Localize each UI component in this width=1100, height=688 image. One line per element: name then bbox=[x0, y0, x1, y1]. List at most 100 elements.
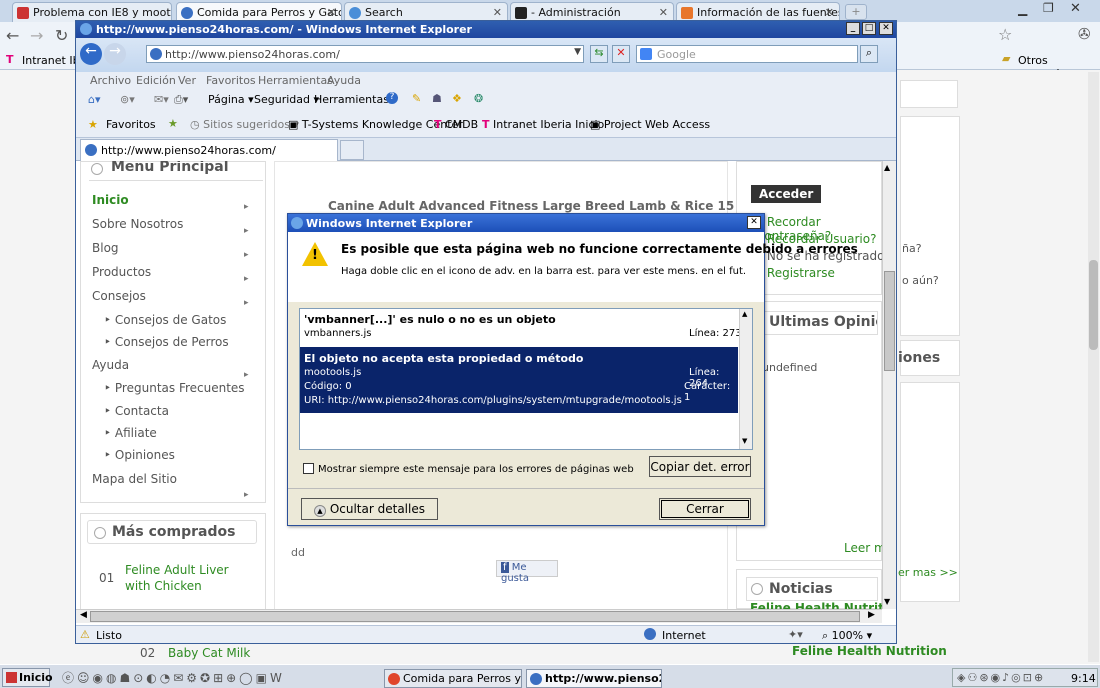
new-tab-button[interactable] bbox=[340, 140, 364, 160]
suggested-sites[interactable]: ◷ Sitios sugeridos ▾ bbox=[190, 118, 299, 131]
taskbar-button-ie[interactable]: http://www.pienso24... bbox=[526, 669, 662, 688]
submenu-link[interactable]: ‣ Preguntas Frecuentes bbox=[104, 381, 245, 395]
close-tab-icon[interactable]: ✕ bbox=[493, 6, 502, 19]
search-input[interactable]: Google bbox=[636, 45, 858, 63]
menu-link[interactable]: Mapa del Sitio bbox=[92, 472, 177, 486]
addon-icon[interactable]: ❖ bbox=[452, 92, 462, 105]
submenu-link[interactable]: ‣ Consejos de Gatos bbox=[104, 313, 226, 327]
fav-link[interactable]: ▣ Project Web Access bbox=[590, 118, 710, 131]
research-icon[interactable]: ✎ bbox=[412, 92, 421, 105]
product-title[interactable]: Canine Adult Advanced Fitness Large Bree… bbox=[328, 199, 756, 213]
browser-tab[interactable]: Problema con IE8 y mootools.j bbox=[12, 2, 172, 22]
scroll-thumb[interactable] bbox=[884, 271, 895, 371]
scroll-down-icon[interactable]: ▼ bbox=[742, 437, 747, 445]
fav-link[interactable]: T CMDB bbox=[434, 118, 478, 131]
wrench-icon[interactable]: ✇ bbox=[1078, 25, 1091, 43]
clock[interactable]: 9:14 bbox=[1071, 672, 1096, 685]
menu-herramientas[interactable]: Herramientas bbox=[258, 74, 333, 87]
search-icon[interactable]: ⌕ bbox=[860, 45, 878, 63]
close-tab-icon[interactable]: ✕ bbox=[327, 6, 336, 19]
read-more-link[interactable]: Leer m bbox=[844, 541, 882, 555]
protected-mode-icon[interactable]: ✦▾ bbox=[788, 628, 803, 641]
always-show-checkbox[interactable] bbox=[303, 463, 314, 474]
close-window-button[interactable]: ✕ bbox=[1070, 1, 1081, 16]
menu-link-inicio[interactable]: Inicio bbox=[92, 193, 129, 207]
zoom-control[interactable]: ⌕ 100% ▾ bbox=[822, 629, 872, 643]
error-list[interactable]: 'vmbanner[...]' es nulo o no es un objet… bbox=[299, 308, 753, 450]
url-input[interactable]: http://www.pienso24horas.com/ ▼ bbox=[146, 45, 584, 63]
browser-tab[interactable]: - Administración ✕ bbox=[510, 2, 674, 22]
menu-link[interactable]: Sobre Nosotros bbox=[92, 217, 183, 231]
mail-icon[interactable]: ✉▾ bbox=[154, 93, 169, 106]
menu-link[interactable]: Blog bbox=[92, 241, 119, 255]
register-link[interactable]: • Registrarse bbox=[756, 266, 835, 280]
menu-archivo[interactable]: Archivo bbox=[90, 74, 131, 87]
maximize-button[interactable]: □ bbox=[862, 22, 876, 35]
security-menu[interactable]: Seguridad ▾ bbox=[254, 93, 319, 106]
copy-error-button[interactable]: Copiar det. error bbox=[649, 456, 751, 477]
vertical-scrollbar[interactable]: ▲ ▼ bbox=[882, 161, 896, 609]
menu-favoritos[interactable]: Favoritos bbox=[206, 74, 256, 87]
submenu-link[interactable]: ‣ Opiniones bbox=[104, 448, 175, 462]
tray-icons[interactable]: ◈⚇⊛◉♪◎⊡⊕ bbox=[957, 671, 1045, 684]
restore-button[interactable]: ❐ bbox=[1043, 1, 1054, 15]
warning-icon[interactable]: ⚠ bbox=[80, 628, 90, 641]
menu-ver[interactable]: Ver bbox=[178, 74, 196, 87]
menu-ayuda[interactable]: Ayuda bbox=[327, 74, 361, 87]
minimize-button[interactable]: _ bbox=[846, 22, 860, 35]
close-button[interactable]: ✕ bbox=[879, 22, 893, 35]
submenu-link[interactable]: ‣ Consejos de Perros bbox=[104, 335, 229, 349]
menu-link[interactable]: Consejos bbox=[92, 289, 146, 303]
new-tab-button[interactable]: + bbox=[845, 4, 867, 20]
hide-details-button[interactable]: ▲ Ocultar detalles bbox=[301, 498, 438, 520]
forward-icon[interactable]: → bbox=[30, 26, 43, 45]
home-icon[interactable]: ⌂▾ bbox=[88, 93, 101, 106]
scroll-right-icon[interactable]: ▶ bbox=[868, 610, 875, 620]
page-menu[interactable]: Página ▾ bbox=[208, 93, 254, 106]
always-show-label[interactable]: Mostrar siempre este mensaje para los er… bbox=[318, 464, 634, 475]
back-icon[interactable]: ← bbox=[6, 26, 19, 45]
taskbar-button-chrome[interactable]: Comida para Perros y Ga... bbox=[384, 669, 522, 688]
close-tab-icon[interactable]: ✕ bbox=[659, 6, 668, 19]
selected-error[interactable]: El objeto no acepta esta propiedad o mét… bbox=[300, 347, 738, 413]
submenu-link[interactable]: ‣ Contacta bbox=[104, 404, 169, 418]
close-tab-icon[interactable]: ✕ bbox=[825, 6, 834, 19]
add-favorite-icon[interactable]: ★ bbox=[168, 117, 178, 130]
chrome-scroll-thumb[interactable] bbox=[1089, 260, 1098, 350]
rss-icon[interactable]: ⊚▾ bbox=[120, 93, 135, 106]
list-scrollbar[interactable]: ▲ ▼ bbox=[739, 309, 752, 449]
horizontal-scrollbar[interactable]: ◀ ▶ bbox=[76, 609, 882, 623]
dropdown-icon[interactable]: ▼ bbox=[574, 47, 581, 57]
login-button[interactable]: Acceder bbox=[751, 185, 822, 203]
fav-link[interactable]: T Intranet Iberia Inicio bbox=[482, 118, 604, 131]
scroll-down-icon[interactable]: ▼ bbox=[884, 597, 890, 606]
help-icon[interactable]: ? bbox=[386, 92, 398, 104]
product-link[interactable]: Baby Cat Milk bbox=[168, 646, 250, 660]
favorites-button[interactable]: Favoritos bbox=[106, 118, 156, 131]
menu-edicion[interactable]: Edición bbox=[136, 74, 176, 87]
submenu-link[interactable]: ‣ Afiliate bbox=[104, 426, 157, 440]
reload-icon[interactable]: ↻ bbox=[55, 26, 68, 45]
start-button[interactable]: Inicio bbox=[2, 668, 53, 687]
h-scroll-thumb[interactable] bbox=[90, 611, 860, 622]
star-icon[interactable]: ☆ bbox=[998, 25, 1012, 44]
refresh-icon[interactable]: ⇆ bbox=[590, 45, 608, 63]
like-button[interactable]: f Me gusta bbox=[496, 560, 558, 584]
minimize-button[interactable]: ▁ bbox=[1018, 2, 1027, 16]
back-icon[interactable]: ← bbox=[80, 43, 102, 65]
close-button[interactable]: ✕ bbox=[747, 216, 761, 229]
menu-link[interactable]: Productos bbox=[92, 265, 151, 279]
scroll-up-icon[interactable]: ▲ bbox=[884, 163, 890, 172]
product-link[interactable]: Feline Adult Liver with Chicken bbox=[125, 562, 245, 594]
ie-tab[interactable]: http://www.pienso24horas.com/ bbox=[80, 139, 338, 161]
browser-tab[interactable]: Search ✕ bbox=[344, 2, 508, 22]
stop-icon[interactable]: ✕ bbox=[612, 45, 630, 63]
browser-tab[interactable]: Información de las fuentes de✕ bbox=[676, 2, 840, 22]
scroll-up-icon[interactable]: ▲ bbox=[742, 310, 747, 318]
browser-tab[interactable]: Comida para Perros y Gatos. E✕ bbox=[176, 2, 342, 22]
chrome-scrollbar[interactable] bbox=[1088, 72, 1099, 662]
quick-launch-icons[interactable]: ⓔ☺◉◍☗⊙◐◔✉⚙✪⊞⊕◯▣W bbox=[62, 669, 362, 685]
addon2-icon[interactable]: ❂ bbox=[474, 92, 483, 105]
close-dialog-button[interactable]: Cerrar bbox=[659, 498, 751, 520]
forward-icon[interactable]: → bbox=[104, 43, 126, 65]
